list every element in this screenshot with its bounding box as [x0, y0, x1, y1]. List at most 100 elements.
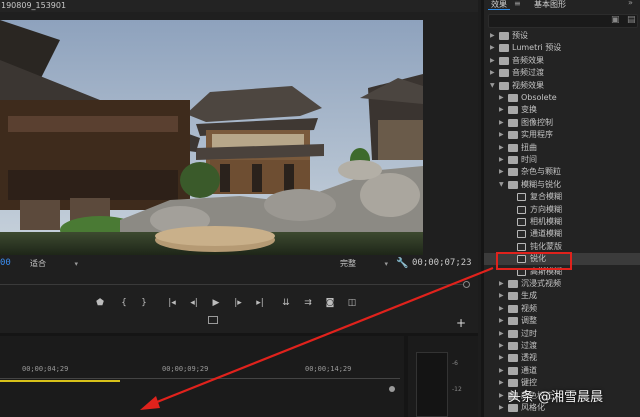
playback-resolution-dropdown[interactable]: 完整 ▾ — [340, 258, 388, 270]
chevron-right-icon[interactable]: ▶ — [499, 377, 504, 389]
zoom-handle[interactable] — [389, 386, 395, 392]
folder-item[interactable]: ▶ 扭曲 — [484, 142, 640, 154]
mark-in-icon[interactable]: { — [118, 297, 130, 309]
folder-item[interactable]: ▶ 通道 — [484, 365, 640, 377]
folder-item[interactable]: ▶ 透视 — [484, 352, 640, 364]
monitor-controls-bar: 00 适合 ▾ 完整 ▾ 🔧 00;00;07;23 — [0, 257, 478, 271]
folder-item[interactable]: ▶ 实用程序 — [484, 129, 640, 141]
chevron-right-icon[interactable]: ▶ — [499, 166, 504, 178]
chevron-right-icon[interactable]: ▶ — [499, 104, 504, 116]
insert-icon[interactable]: ⇊ — [280, 297, 292, 309]
add-button-icon[interactable]: + — [456, 316, 466, 330]
effect-icon — [517, 242, 526, 251]
chevron-right-icon[interactable]: ▶ — [499, 278, 504, 290]
folder-item[interactable]: ▼ 视频效果 — [484, 80, 640, 92]
chevron-right-icon[interactable]: ▶ — [499, 303, 504, 315]
tree-item-label: 扭曲 — [521, 142, 537, 152]
folder-item[interactable]: ▶ 时间 — [484, 154, 640, 166]
program-monitor-panel: 190809_153901 00 适合 ▾ 完整 ▾ 🔧 00;00;07;23… — [0, 0, 478, 417]
chevron-right-icon[interactable]: ▶ — [490, 30, 495, 42]
timeline-scrollbar[interactable] — [404, 336, 408, 417]
chevron-down-icon[interactable]: ▼ — [499, 179, 504, 191]
tree-item-label: 视频 — [521, 303, 537, 313]
chevron-right-icon[interactable]: ▶ — [499, 390, 504, 402]
chevron-right-icon[interactable]: ▶ — [499, 315, 504, 327]
sequence-tab[interactable]: 190809_153901 — [0, 0, 66, 12]
monitor-scrub-bar[interactable] — [0, 280, 470, 290]
folder-item[interactable]: ▶ 沉浸式视频 — [484, 278, 640, 290]
effect-icon — [517, 218, 526, 226]
tree-item-label: 方向模糊 — [530, 204, 562, 214]
folder-item[interactable]: ▶ 变换 — [484, 104, 640, 116]
chevron-right-icon[interactable]: ▶ — [499, 142, 504, 154]
play-icon[interactable]: ▶ — [210, 297, 222, 309]
folder-icon — [508, 180, 518, 189]
compare-view-icon[interactable]: ◫ — [346, 297, 358, 309]
time-ruler[interactable] — [0, 376, 400, 379]
folder-item[interactable]: ▶ 调整 — [484, 315, 640, 327]
folder-item[interactable]: ▶ 杂色与颗粒 — [484, 166, 640, 178]
zoom-fit-dropdown[interactable]: 适合 ▾ — [30, 258, 78, 270]
folder-item[interactable]: ▶ Lumetri 预设 — [484, 42, 640, 54]
tree-item-label: 透视 — [521, 353, 537, 363]
chevron-right-icon[interactable]: ▶ — [490, 55, 495, 67]
effect-item[interactable]: 方向模糊 — [484, 204, 640, 216]
folder-item[interactable]: ▶ Obsolete — [484, 92, 640, 104]
expand-arrows-icon[interactable]: » — [628, 0, 633, 7]
chevron-right-icon[interactable]: ▶ — [499, 402, 504, 414]
effects-search-input[interactable]: ▣ ▤ — [488, 14, 638, 28]
chevron-right-icon[interactable]: ▶ — [490, 42, 495, 54]
go-to-out-icon[interactable]: ▸| — [254, 297, 266, 309]
yuv-effects-icon[interactable]: ▤ — [627, 15, 636, 25]
step-back-icon[interactable]: ◂| — [188, 297, 200, 309]
folder-item[interactable]: ▼ 模糊与锐化 — [484, 179, 640, 191]
folder-item[interactable]: ▶ 生成 — [484, 290, 640, 302]
video-preview[interactable] — [0, 20, 423, 255]
folder-item[interactable]: ▶ 音频过渡 — [484, 67, 640, 79]
step-forward-icon[interactable]: |▸ — [232, 297, 244, 309]
chevron-right-icon[interactable]: ▶ — [499, 365, 504, 377]
folder-item[interactable]: ▶ 图像控制 — [484, 117, 640, 129]
audio-meter — [416, 352, 448, 417]
chevron-right-icon[interactable]: ▶ — [499, 154, 504, 166]
overwrite-icon[interactable]: ⇉ — [302, 297, 314, 309]
chevron-right-icon[interactable]: ▶ — [499, 92, 504, 104]
folder-item[interactable]: ▶ 音频效果 — [484, 55, 640, 67]
scrub-end-handle[interactable] — [463, 281, 470, 288]
effect-item[interactable]: 通道模糊 — [484, 228, 640, 240]
folder-item[interactable]: ▶ 过渡 — [484, 340, 640, 352]
effect-item[interactable]: 复合模糊 — [484, 191, 640, 203]
tree-item-label: 复合模糊 — [530, 192, 562, 202]
folder-item[interactable]: ▶ 过时 — [484, 328, 640, 340]
go-to-in-icon[interactable]: |◂ — [166, 297, 178, 309]
mark-out-icon[interactable]: } — [138, 297, 150, 309]
playhead-timecode[interactable]: 00 — [0, 258, 11, 268]
chevron-right-icon[interactable]: ▶ — [499, 290, 504, 302]
timeline-panel[interactable]: 00;00;04;29 00;00;09;29 00;00;14;29 -6 -… — [0, 336, 478, 417]
effect-item[interactable]: 钝化蒙版 — [484, 241, 640, 253]
settings-wrench-icon[interactable]: 🔧 — [396, 258, 408, 269]
camera-export-frame-icon[interactable]: ◙ — [324, 297, 336, 309]
marker-icon[interactable]: ⬟ — [94, 297, 106, 309]
chevron-down-icon[interactable]: ▼ — [490, 80, 495, 92]
tree-item-label: 过时 — [521, 328, 537, 338]
folder-icon — [499, 81, 509, 90]
effect-item[interactable]: 相机模糊 — [484, 216, 640, 228]
tree-item-label: Obsolete — [521, 93, 557, 102]
folder-item[interactable]: ▶ 视频 — [484, 303, 640, 315]
chevron-right-icon[interactable]: ▶ — [499, 340, 504, 352]
work-area-bar[interactable] — [0, 380, 120, 382]
chevron-right-icon[interactable]: ▶ — [490, 67, 495, 79]
folder-item[interactable]: ▶ 预设 — [484, 30, 640, 42]
chevron-right-icon[interactable]: ▶ — [499, 328, 504, 340]
chevron-right-icon[interactable]: ▶ — [499, 352, 504, 364]
tab-essential-graphics[interactable]: 基本图形 — [534, 0, 566, 10]
tree-item-label: 音频效果 — [512, 55, 544, 65]
chevron-right-icon[interactable]: ▶ — [499, 129, 504, 141]
panel-menu-icon[interactable]: ≡ — [514, 0, 521, 8]
chevron-down-icon: ▾ — [384, 260, 388, 268]
accelerated-effects-icon[interactable]: ▣ — [611, 15, 620, 25]
button-editor-icon[interactable] — [208, 316, 218, 324]
chevron-right-icon[interactable]: ▶ — [499, 117, 504, 129]
meter-scale-label: -12 — [452, 386, 462, 393]
